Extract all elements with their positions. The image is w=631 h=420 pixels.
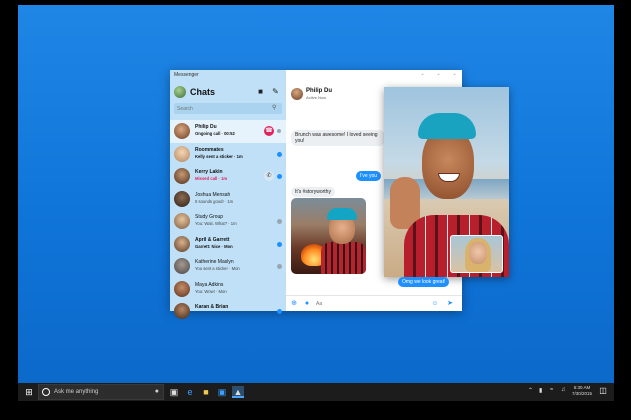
task-view-icon[interactable]: ▣ (168, 386, 180, 398)
store-icon[interactable]: ▣ (216, 386, 228, 398)
contact-status: Active Now (306, 95, 327, 100)
contact-avatar[interactable] (291, 88, 303, 100)
clock[interactable]: 6:30 AM 7/30/2015 (572, 385, 592, 397)
avatar (174, 303, 190, 319)
volume-icon[interactable]: ♫ (561, 387, 566, 393)
chat-name: Roommates (195, 146, 224, 153)
chat-preview: Ongoing call · 00:52 (195, 131, 235, 136)
maximize-icon[interactable]: ▫ (436, 73, 441, 78)
chat-name: Katherine Maslyn (195, 259, 234, 265)
phone-icon[interactable]: ✆ (264, 171, 274, 181)
search-icon: ⚲ (272, 105, 277, 111)
read-indicator (277, 219, 282, 224)
avatar (174, 235, 190, 252)
title-bar: Messenger ▫ ▫ ▫ (170, 70, 462, 82)
send-icon[interactable]: ➤ (446, 300, 454, 308)
chevron-up-icon[interactable]: ⌃ (528, 387, 533, 394)
chat-name: Joshua Mensah (195, 191, 231, 198)
settings-icon[interactable] (277, 129, 281, 133)
clock-date: 7/30/2015 (572, 391, 593, 396)
self-view-face (469, 242, 487, 264)
chat-preview: You: Wow! · Mon (195, 288, 227, 294)
notification-icon[interactable]: ◫ (598, 386, 608, 396)
message-bubble: Brunch was awesome! I loved seeing you! (291, 130, 385, 146)
chat-row-maya-adkins[interactable]: Maya Adkins You: Wow! · Mon (170, 278, 286, 301)
edge-icon[interactable]: e (184, 386, 196, 398)
cortana-icon (42, 388, 50, 396)
photo-person-cap (327, 208, 357, 220)
close-icon[interactable]: ▫ (452, 73, 457, 78)
chat-row-april-garrett[interactable]: April & Garrett Garrett: Nice · Mon (170, 233, 286, 256)
read-indicator (277, 264, 282, 269)
chat-list: Philip Du Ongoing call · 00:52 ☎ Roommat… (170, 120, 286, 323)
desktop: Chats ■ ✎ ⚲ Philip Du Ongoing call · 00:… (18, 5, 614, 401)
message-bubble: Omg we look great! (398, 277, 450, 287)
plus-icon[interactable]: ⊕ (290, 300, 298, 308)
chat-name: Kerry Lakin (195, 169, 223, 175)
chat-preview: Kelly sent a sticker · 1m (195, 153, 243, 159)
avatar (174, 280, 190, 297)
taskbar: ⊞ Ask me anything ● ▣ e ■ ▣ ▲ ⌃ ▮ ≈ ♫ 6:… (18, 383, 614, 401)
wifi-icon[interactable]: ≈ (550, 387, 553, 393)
chat-preview: You sent a sticker · Mon (195, 266, 240, 271)
chat-row-study-group[interactable]: Study Group You: Wait. What? · 1m (170, 210, 286, 233)
self-avatar[interactable] (174, 86, 186, 98)
cortana-search[interactable]: Ask me anything ● (38, 384, 164, 400)
message-composer: ⊕ ● ☺ ➤ (286, 295, 462, 311)
chat-name: Maya Adkins (195, 281, 224, 288)
end-call-icon[interactable]: ☎ (264, 126, 274, 136)
message-bubble: I've you (356, 171, 382, 181)
shared-photo[interactable] (291, 198, 366, 274)
avatar (174, 213, 190, 229)
chat-row-kerry-lakin[interactable]: Kerry Lakin Missed call · 1m ✆ (170, 165, 286, 188)
message-input[interactable] (316, 299, 416, 309)
battery-icon[interactable]: ▮ (539, 387, 542, 394)
compose-icon[interactable]: ✎ (271, 87, 280, 96)
photo-person-shirt (321, 242, 366, 274)
avatar (174, 168, 190, 184)
video-call-window[interactable] (384, 87, 509, 277)
chat-preview: Garrett: Nice · Mon (195, 243, 233, 249)
self-view-thumbnail[interactable] (450, 235, 503, 273)
file-explorer-icon[interactable]: ■ (200, 386, 212, 398)
chat-row-karan-brian[interactable]: Karan & Brian (170, 300, 286, 323)
windows-start-icon[interactable]: ⊞ (24, 387, 34, 397)
avatar (174, 258, 190, 274)
chat-row-roommates[interactable]: Roommates Kelly sent a sticker · 1m (170, 143, 286, 166)
microphone-icon[interactable]: ● (303, 300, 311, 308)
emoji-icon[interactable]: ☺ (431, 300, 439, 308)
chats-header: Chats (174, 85, 215, 99)
chat-preview: It sounds good! · 1m (195, 198, 234, 204)
search-bar[interactable]: ⚲ (174, 103, 282, 114)
unread-dot (277, 241, 282, 247)
chat-name: Philip Du (195, 124, 217, 130)
message-bubble: It's #storyworthy (291, 187, 335, 197)
chat-row-katherine-maslyn[interactable]: Katherine Maslyn You sent a sticker · Mo… (170, 255, 286, 278)
avatar (174, 145, 190, 162)
unread-dot (277, 309, 282, 314)
chat-preview: Missed call · 1m (195, 176, 228, 181)
contact-name: Philip Du (306, 88, 332, 94)
unread-dot (277, 151, 282, 157)
chat-row-joshua-mensah[interactable]: Joshua Mensah It sounds good! · 1m (170, 188, 286, 211)
sidebar: Chats ■ ✎ ⚲ Philip Du Ongoing call · 00:… (170, 70, 286, 319)
avatar (174, 123, 190, 139)
chats-title: Chats (190, 87, 216, 97)
chat-name: Study Group (195, 214, 224, 220)
chat-preview: You: Wait. What? · 1m (195, 221, 237, 226)
minimize-icon[interactable]: ▫ (420, 73, 425, 78)
search-input[interactable] (177, 103, 267, 114)
window-title: Messenger (174, 72, 199, 78)
cortana-search-text: Ask me anything (54, 389, 99, 395)
video-camera-icon[interactable]: ■ (256, 87, 265, 96)
messenger-taskbar-icon[interactable]: ▲ (232, 386, 244, 398)
unread-dot (277, 174, 282, 179)
chat-name: April & Garrett (195, 236, 230, 243)
chat-name: Karan & Brian (195, 304, 229, 310)
video-person-cap (418, 113, 476, 139)
avatar (174, 190, 190, 207)
chat-row-philip-du[interactable]: Philip Du Ongoing call · 00:52 ☎ (170, 120, 286, 143)
microphone-icon[interactable]: ● (155, 388, 159, 395)
